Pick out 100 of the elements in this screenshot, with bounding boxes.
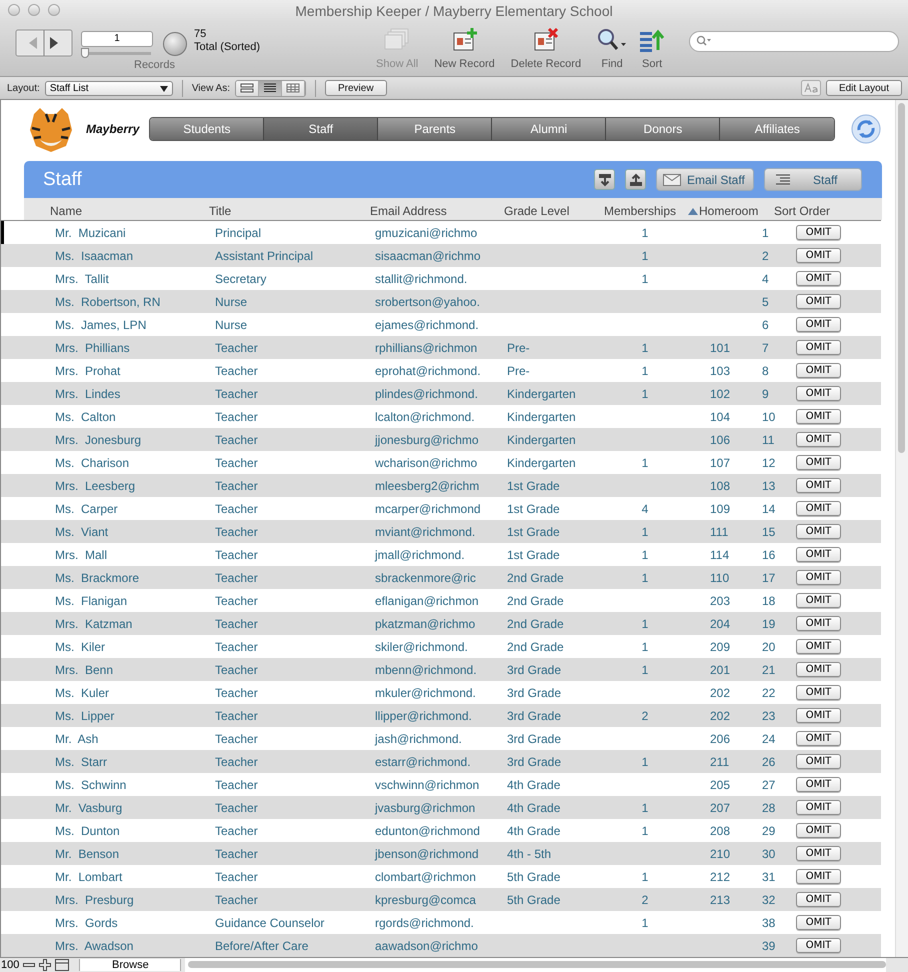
table-view-button[interactable] bbox=[282, 80, 305, 96]
find-button[interactable]: Find bbox=[595, 28, 630, 74]
omit-button[interactable]: OMIT bbox=[796, 225, 841, 240]
table-row[interactable]: Ms. Lipper Teacher llipper@richmond. 3rd Grade 2 202 23 OMIT bbox=[1, 704, 881, 727]
table-row[interactable]: Mr. Muzicani Principal gmuzicani@richmo 1 1 OMIT bbox=[1, 221, 881, 244]
table-row[interactable]: Mrs. Presburg Teacher kpresburg@comca 5th Grade 2 213 32 OMIT bbox=[1, 888, 881, 911]
omit-button[interactable]: OMIT bbox=[796, 915, 841, 930]
column-header[interactable]: Homeroom bbox=[688, 204, 774, 220]
table-row[interactable]: Mrs. Gords Guidance Counselor rgords@richmond. 1 38 OMIT bbox=[1, 911, 881, 934]
table-row[interactable]: Mrs. Katzman Teacher pkatzman@richmo 2nd Grade 1 204 19 OMIT bbox=[1, 612, 881, 635]
omit-button[interactable]: OMIT bbox=[796, 570, 841, 585]
form-view-button[interactable] bbox=[236, 80, 259, 96]
omit-button[interactable]: OMIT bbox=[796, 363, 841, 378]
column-header[interactable]: Email Address bbox=[370, 204, 504, 220]
new-record-button[interactable]: New Record bbox=[430, 28, 499, 74]
table-row[interactable]: Ms. Kiler Teacher skiler@richmond. 2nd Grade 1 209 20 OMIT bbox=[1, 635, 881, 658]
zoom-out-icon[interactable] bbox=[23, 961, 36, 969]
record-navigator-icon[interactable] bbox=[15, 28, 73, 58]
omit-button[interactable]: OMIT bbox=[796, 271, 841, 286]
table-row[interactable]: Mrs. Mall Teacher jmall@richmond. 1st Grade 1 114 16 OMIT bbox=[1, 543, 881, 566]
table-row[interactable]: Ms. Brackmore Teacher sbrackenmore@ric 2nd Grade 1 110 17 OMIT bbox=[1, 566, 881, 589]
omit-button[interactable]: OMIT bbox=[796, 478, 841, 493]
omit-button[interactable]: OMIT bbox=[796, 869, 841, 884]
table-row[interactable]: Mrs. Jonesburg Teacher jjonesburg@richmo Kindergarten 106 11 OMIT bbox=[1, 428, 881, 451]
nav-tab[interactable]: Affiliates bbox=[720, 118, 834, 140]
omit-button[interactable]: OMIT bbox=[796, 455, 841, 470]
minimize-window-button[interactable] bbox=[28, 4, 40, 16]
zoom-window-button[interactable] bbox=[48, 4, 60, 16]
omit-button[interactable]: OMIT bbox=[796, 662, 841, 677]
table-row[interactable]: Ms. Robertson, RN Nurse srobertson@yahoo. 5 OMIT bbox=[1, 290, 881, 313]
refresh-icon[interactable] bbox=[851, 114, 882, 144]
omit-button[interactable]: OMIT bbox=[796, 754, 841, 769]
omit-button[interactable]: OMIT bbox=[796, 708, 841, 723]
toggle-status-area-icon[interactable] bbox=[55, 959, 70, 971]
table-row[interactable]: Ms. Viant Teacher mviant@richmond. 1st Grade 1 111 15 OMIT bbox=[1, 520, 881, 543]
email-staff-button[interactable]: Email Staff bbox=[656, 168, 754, 191]
column-header[interactable]: Sort Order bbox=[774, 204, 830, 220]
table-row[interactable]: Mr. Benson Teacher jbenson@richmond 4th - 5th 210 30 OMIT bbox=[1, 842, 881, 865]
table-row[interactable]: Ms. Dunton Teacher edunton@richmond 4th Grade 1 208 29 OMIT bbox=[1, 819, 881, 842]
table-row[interactable]: Mrs. Tallit Secretary stallit@richmond. 1 4 OMIT bbox=[1, 267, 881, 290]
table-row[interactable]: Mrs. Leesberg Teacher mleesberg2@richm 1st Grade 108 13 OMIT bbox=[1, 474, 881, 497]
omit-button[interactable]: OMIT bbox=[796, 639, 841, 654]
record-number-field[interactable]: 1 bbox=[81, 30, 153, 47]
layout-dropdown[interactable]: Staff List bbox=[44, 80, 173, 96]
omit-button[interactable]: OMIT bbox=[796, 777, 841, 792]
omit-button[interactable]: OMIT bbox=[796, 340, 841, 355]
zoom-in-icon[interactable] bbox=[39, 959, 52, 971]
nav-tab[interactable]: Students bbox=[150, 118, 264, 140]
table-row[interactable]: Mr. Vasburg Teacher jvasburg@richmon 4th Grade 1 207 28 OMIT bbox=[1, 796, 881, 819]
table-row[interactable]: Ms. Isaacman Assistant Principal sisaacman@richmo 1 2 OMIT bbox=[1, 244, 881, 267]
omit-button[interactable]: OMIT bbox=[796, 846, 841, 861]
table-row[interactable]: Mrs. Phillians Teacher rphillians@richmon Pre- 1 101 7 OMIT bbox=[1, 336, 881, 359]
omit-button[interactable]: OMIT bbox=[796, 892, 841, 907]
edit-layout-button[interactable]: Edit Layout bbox=[826, 80, 902, 96]
omit-button[interactable]: OMIT bbox=[796, 616, 841, 631]
omit-button[interactable]: OMIT bbox=[796, 547, 841, 562]
table-row[interactable]: Mrs. Awadson Before/After Care aawadson@richmo 39 OMIT bbox=[1, 934, 881, 957]
horizontal-scrollbar[interactable] bbox=[188, 961, 886, 968]
text-format-icon[interactable] bbox=[800, 80, 821, 96]
search-field[interactable] bbox=[689, 30, 900, 52]
table-row[interactable]: Mr. Ash Teacher jash@richmond. 3rd Grade 206 24 OMIT bbox=[1, 727, 881, 750]
nav-tab[interactable]: Staff bbox=[264, 118, 378, 140]
table-row[interactable]: Ms. Calton Teacher lcalton@richmond. Kindergarten 104 10 OMIT bbox=[1, 405, 881, 428]
nav-tab[interactable]: Alumni bbox=[492, 118, 606, 140]
close-window-button[interactable] bbox=[8, 4, 20, 16]
omit-button[interactable]: OMIT bbox=[796, 685, 841, 700]
table-row[interactable]: Ms. Kuler Teacher mkuler@richmond. 3rd Grade 202 22 OMIT bbox=[1, 681, 881, 704]
nav-tab[interactable]: Donors bbox=[606, 118, 720, 140]
omit-button[interactable]: OMIT bbox=[796, 294, 841, 309]
column-header[interactable]: Name bbox=[50, 204, 209, 220]
list-view-button[interactable] bbox=[258, 80, 282, 96]
table-row[interactable]: Ms. Starr Teacher estarr@richmond. 3rd Grade 1 211 26 OMIT bbox=[1, 750, 881, 773]
table-row[interactable]: Ms. Carper Teacher mcarper@richmond 1st Grade 4 109 14 OMIT bbox=[1, 497, 881, 520]
omit-button[interactable]: OMIT bbox=[796, 524, 841, 539]
import-button[interactable] bbox=[594, 169, 615, 190]
omit-button[interactable]: OMIT bbox=[796, 731, 841, 746]
omit-button[interactable]: OMIT bbox=[796, 593, 841, 608]
table-row[interactable]: Mrs. Prohat Teacher eprohat@richmond. Pre- 1 103 8 OMIT bbox=[1, 359, 881, 382]
omit-button[interactable]: OMIT bbox=[796, 386, 841, 401]
table-row[interactable]: Ms. Charison Teacher wcharison@richmo Kindergarten 1 107 12 OMIT bbox=[1, 451, 881, 474]
sort-button[interactable]: Sort bbox=[637, 28, 668, 74]
column-header[interactable]: Title bbox=[209, 204, 370, 220]
staff-report-button[interactable]: Staff bbox=[764, 168, 862, 191]
vertical-scrollbar[interactable] bbox=[898, 103, 905, 453]
table-row[interactable]: Ms. Schwinn Teacher vschwinn@richmon 4th Grade 205 27 OMIT bbox=[1, 773, 881, 796]
table-row[interactable]: Mrs. Lindes Teacher plindes@richmond. Kindergarten 1 102 9 OMIT bbox=[1, 382, 881, 405]
table-row[interactable]: Mrs. Benn Teacher mbenn@richmond. 3rd Grade 1 201 21 OMIT bbox=[1, 658, 881, 681]
column-header[interactable]: Grade Level bbox=[504, 204, 604, 220]
omit-button[interactable]: OMIT bbox=[796, 432, 841, 447]
omit-button[interactable]: OMIT bbox=[796, 800, 841, 815]
omit-button[interactable]: OMIT bbox=[796, 248, 841, 263]
nav-tab[interactable]: Parents bbox=[378, 118, 492, 140]
omit-button[interactable]: OMIT bbox=[796, 409, 841, 424]
zoom-level[interactable]: 100 bbox=[1, 959, 20, 971]
table-row[interactable]: Ms. Flanigan Teacher eflanigan@richmon 2nd Grade 203 18 OMIT bbox=[1, 589, 881, 612]
omit-button[interactable]: OMIT bbox=[796, 823, 841, 838]
omit-button[interactable]: OMIT bbox=[796, 317, 841, 332]
delete-record-button[interactable]: Delete Record bbox=[506, 28, 586, 74]
export-button[interactable] bbox=[625, 169, 646, 190]
omit-button[interactable]: OMIT bbox=[796, 938, 841, 953]
